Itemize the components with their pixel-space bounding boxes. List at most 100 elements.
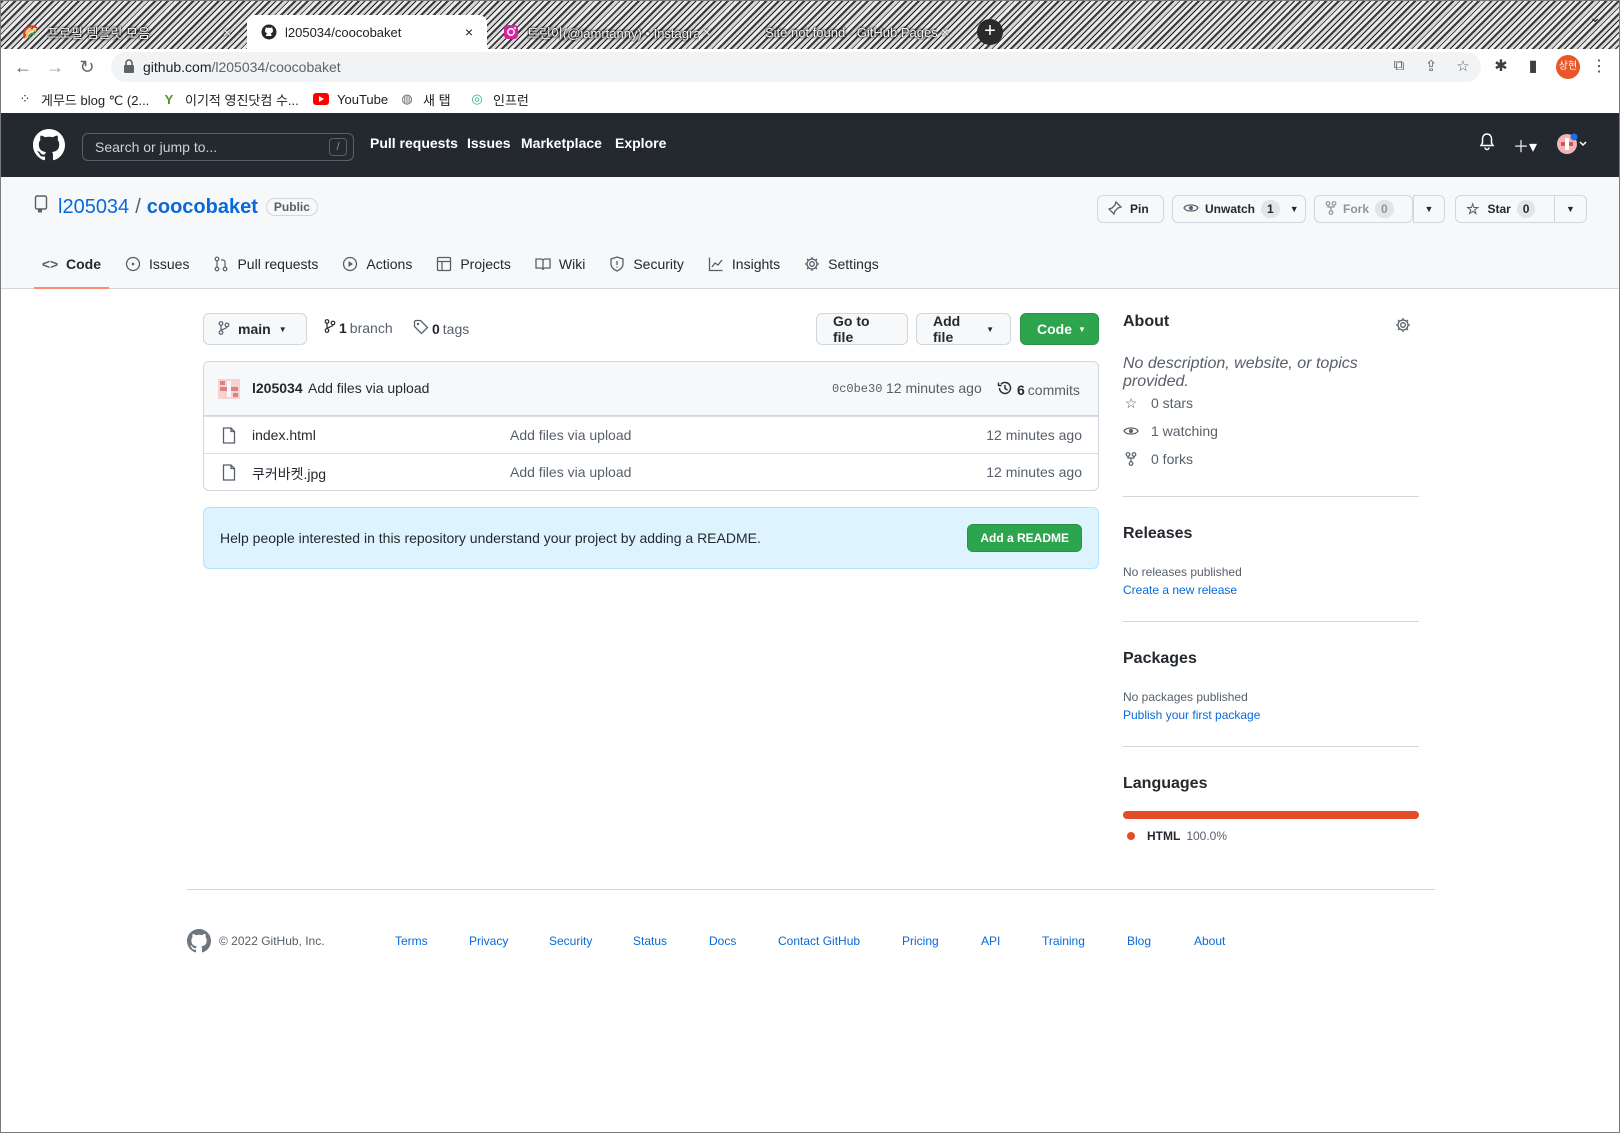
back-icon[interactable]: ← bbox=[11, 55, 35, 79]
footer-link-blog[interactable]: Blog bbox=[1127, 934, 1151, 948]
tab-insights[interactable]: Insights bbox=[700, 241, 788, 289]
tags-link[interactable]: 0 tags bbox=[413, 319, 469, 338]
menu-icon[interactable]: ⋮ bbox=[1587, 55, 1611, 79]
commit-sha-link[interactable]: 0c0be30 bbox=[832, 382, 882, 396]
repo-name-link[interactable]: coocobaket bbox=[147, 196, 258, 219]
commits-link[interactable]: 6 commits bbox=[997, 380, 1080, 399]
github-logo-icon[interactable] bbox=[187, 929, 211, 953]
bookmark-item[interactable]: ⁘ 게무드 blog ℃ (2... bbox=[17, 89, 150, 109]
add-readme-button[interactable]: Add a README bbox=[967, 524, 1082, 552]
address-bar[interactable]: github.com/l205034/coocobaket ⧉ ⇪ ☆ bbox=[111, 52, 1481, 82]
file-row[interactable]: 쿠커바켓.jpg Add files via upload 12 minutes… bbox=[204, 453, 1098, 490]
packages-heading[interactable]: Packages bbox=[1123, 650, 1197, 668]
instagram-icon bbox=[503, 24, 519, 40]
tab-projects[interactable]: Projects bbox=[428, 241, 519, 289]
pin-icon bbox=[1107, 200, 1123, 218]
tab-issues[interactable]: Issues bbox=[117, 241, 197, 289]
close-icon[interactable]: × bbox=[937, 24, 953, 40]
nav-marketplace[interactable]: Marketplace bbox=[521, 135, 602, 151]
forward-icon[interactable]: → bbox=[43, 55, 67, 79]
branches-link[interactable]: 1 branch bbox=[324, 319, 393, 336]
browser-tab-active[interactable]: l205034/coocobaket × bbox=[247, 15, 487, 49]
commit-message-link[interactable]: Add files via upload bbox=[308, 380, 429, 396]
fork-button[interactable]: Fork 0 bbox=[1314, 195, 1413, 223]
tab-wiki[interactable]: Wiki bbox=[527, 241, 593, 289]
footer-link-status[interactable]: Status bbox=[633, 934, 667, 948]
create-new-icon[interactable]: ＋▾ bbox=[1513, 133, 1537, 157]
browser-tab[interactable]: Site not found · GitHub Pages × bbox=[727, 15, 963, 49]
pin-button[interactable]: Pin bbox=[1097, 195, 1164, 223]
footer-link-about[interactable]: About bbox=[1194, 934, 1225, 948]
file-name-link[interactable]: index.html bbox=[252, 427, 316, 443]
code-button[interactable]: Code ▼ bbox=[1020, 313, 1099, 345]
add-file-button[interactable]: Add file ▼ bbox=[916, 313, 1011, 345]
stars-link[interactable]: ☆ 0 stars bbox=[1123, 395, 1193, 412]
star-button[interactable]: ☆ Star 0 bbox=[1455, 195, 1555, 223]
footer-link-privacy[interactable]: Privacy bbox=[469, 934, 508, 948]
browser-tab[interactable]: 트린이(@iamrtanny) • Instagram × bbox=[489, 15, 725, 49]
bookmark-item[interactable]: ◎ 인프런 bbox=[469, 89, 529, 109]
close-icon[interactable]: × bbox=[219, 24, 235, 40]
repo-sidebar: About No description, website, or topics… bbox=[1123, 313, 1419, 843]
tab-title: 프로필 템플릿 모음 bbox=[47, 25, 150, 41]
footer-link-docs[interactable]: Docs bbox=[709, 934, 736, 948]
tab-code[interactable]: <> Code bbox=[34, 241, 109, 289]
repo-owner-link[interactable]: l205034 bbox=[58, 196, 129, 219]
file-row[interactable]: index.html Add files via upload 12 minut… bbox=[204, 416, 1098, 453]
repo-icon bbox=[34, 195, 48, 219]
browser-tab[interactable]: 프로필 템플릿 모음 × bbox=[9, 15, 245, 49]
tab-pull-requests[interactable]: Pull requests bbox=[205, 241, 326, 289]
bookmark-star-icon[interactable]: ☆ bbox=[1453, 57, 1473, 77]
language-item[interactable]: HTML 100.0% bbox=[1127, 829, 1227, 843]
translate-icon[interactable]: ⧉ bbox=[1389, 57, 1409, 77]
user-avatar[interactable] bbox=[1557, 133, 1589, 160]
publish-package-link[interactable]: Publish your first package bbox=[1123, 708, 1260, 722]
footer-link-contact[interactable]: Contact GitHub bbox=[778, 934, 860, 948]
releases-heading[interactable]: Releases bbox=[1123, 525, 1192, 543]
star-dropdown-button[interactable]: ▼ bbox=[1554, 195, 1587, 223]
tab-settings[interactable]: Settings bbox=[796, 241, 887, 289]
search-input[interactable]: Search or jump to... / bbox=[82, 133, 354, 161]
github-logo-icon[interactable] bbox=[33, 129, 65, 161]
extensions-icon[interactable]: ✱ bbox=[1489, 55, 1513, 79]
footer-link-training[interactable]: Training bbox=[1042, 934, 1085, 948]
window-controls[interactable]: ⌄ bbox=[1589, 9, 1601, 26]
watchers-link[interactable]: 1 watching bbox=[1123, 423, 1218, 439]
bookmark-item[interactable]: Y 이기적 영진닷컴 수... bbox=[161, 89, 299, 109]
footer-link-pricing[interactable]: Pricing bbox=[902, 934, 939, 948]
footer-link-security[interactable]: Security bbox=[549, 934, 592, 948]
nav-pull-requests[interactable]: Pull requests bbox=[370, 135, 458, 151]
author-avatar[interactable] bbox=[218, 379, 240, 399]
new-tab-button[interactable]: + bbox=[977, 19, 1003, 45]
profile-avatar[interactable]: 상현 bbox=[1556, 55, 1580, 79]
file-icon bbox=[222, 464, 236, 481]
history-icon bbox=[997, 380, 1013, 399]
bell-icon[interactable] bbox=[1479, 133, 1495, 156]
watch-button[interactable]: Unwatch 1 ▼ bbox=[1172, 195, 1306, 223]
reload-icon[interactable]: ↻ bbox=[75, 55, 99, 79]
bookmark-item[interactable]: ◍ 새 탭 bbox=[399, 89, 450, 109]
close-icon[interactable]: × bbox=[461, 24, 477, 40]
gear-icon[interactable] bbox=[1395, 317, 1411, 333]
commit-author-link[interactable]: l205034 bbox=[252, 380, 303, 396]
share-icon[interactable]: ⇪ bbox=[1421, 57, 1441, 77]
tab-actions[interactable]: Actions bbox=[334, 241, 420, 289]
file-commit-message[interactable]: Add files via upload bbox=[510, 464, 631, 480]
file-commit-message[interactable]: Add files via upload bbox=[510, 427, 631, 443]
fork-dropdown-button[interactable]: ▼ bbox=[1413, 195, 1445, 223]
footer-link-terms[interactable]: Terms bbox=[395, 934, 428, 948]
nav-explore[interactable]: Explore bbox=[615, 135, 666, 151]
close-icon[interactable]: × bbox=[699, 24, 715, 40]
footer-link-api[interactable]: API bbox=[981, 934, 1000, 948]
create-release-link[interactable]: Create a new release bbox=[1123, 583, 1237, 597]
repo-tabs: <> Code Issues Pull requests Actions Pro… bbox=[34, 241, 895, 289]
nav-issues[interactable]: Issues bbox=[467, 135, 511, 151]
go-to-file-button[interactable]: Go to file bbox=[816, 313, 908, 345]
tab-security[interactable]: Security bbox=[601, 241, 692, 289]
forks-link[interactable]: 0 forks bbox=[1123, 451, 1193, 467]
file-name-link[interactable]: 쿠커바켓.jpg bbox=[252, 464, 326, 484]
branch-selector[interactable]: main ▼ bbox=[203, 313, 307, 345]
watch-count: 1 bbox=[1261, 200, 1280, 218]
side-panel-icon[interactable]: ▮ bbox=[1521, 55, 1545, 79]
bookmark-item[interactable]: YouTube bbox=[313, 89, 388, 109]
